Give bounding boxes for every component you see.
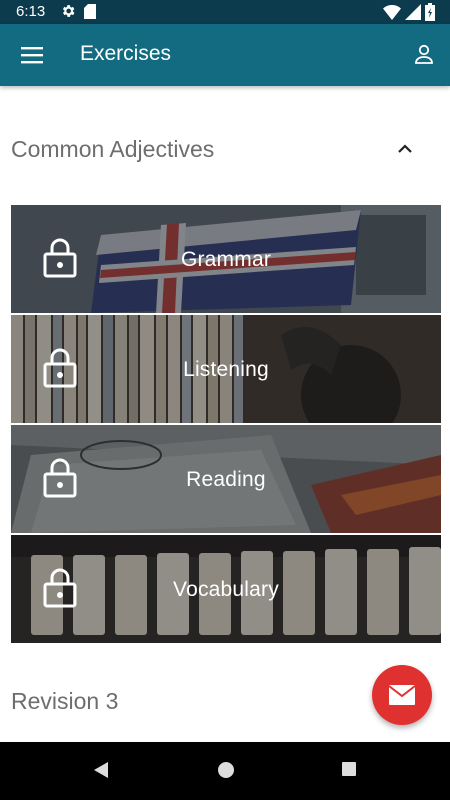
exercise-card-listening[interactable]: Listening (11, 315, 441, 423)
app-bar: Exercises (0, 24, 450, 86)
battery-icon (425, 3, 435, 21)
exercise-label: Listening (183, 358, 269, 381)
status-time: 6:13 (16, 3, 46, 20)
profile-icon[interactable] (412, 42, 436, 66)
home-icon[interactable] (217, 761, 235, 779)
back-icon[interactable] (92, 760, 110, 780)
section-title[interactable]: Revision 3 (11, 688, 118, 715)
section-title[interactable]: Common Adjectives (11, 136, 214, 163)
exercise-label: Vocabulary (173, 578, 279, 601)
mail-button[interactable] (372, 665, 432, 725)
page-title: Exercises (80, 42, 172, 65)
exercise-card-reading[interactable]: Reading (11, 425, 441, 533)
exercise-label: Reading (186, 468, 266, 491)
exercise-label: Grammar (180, 248, 272, 271)
settings-icon (62, 5, 75, 17)
system-nav-bar (0, 742, 450, 800)
wifi-icon (383, 5, 401, 20)
recent-apps-icon[interactable] (341, 761, 357, 777)
chevron-up-icon[interactable] (394, 139, 416, 159)
exercise-card-vocabulary[interactable]: Vocabulary (11, 535, 441, 643)
exercise-card-grammar[interactable]: Grammar (11, 205, 441, 313)
status-bar: 6:13 (0, 0, 450, 24)
mail-icon (388, 685, 416, 705)
menu-icon[interactable] (20, 44, 44, 66)
signal-icon (405, 4, 421, 20)
sd-card-icon (84, 4, 96, 19)
